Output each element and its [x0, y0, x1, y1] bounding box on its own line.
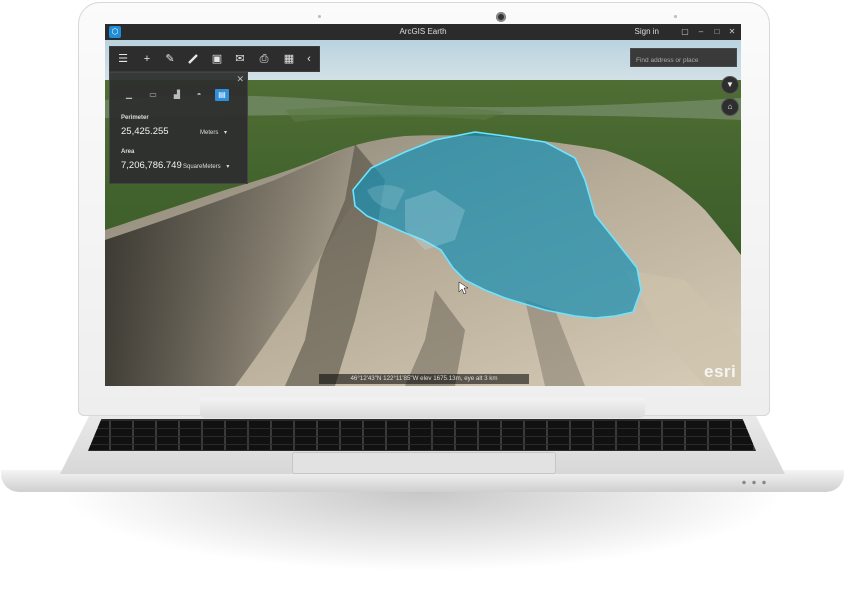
measure-distance-icon[interactable]: ▁: [122, 89, 136, 101]
measure-height-icon[interactable]: ▟: [170, 89, 184, 101]
perimeter-value: 25,425.255: [121, 126, 169, 137]
email-icon[interactable]: ✉: [231, 50, 249, 68]
laptop-hinge: [200, 398, 645, 418]
picture-icon[interactable]: ▣: [208, 50, 226, 68]
perimeter-unit-select[interactable]: Meters ▾: [200, 129, 227, 136]
main-toolbar: ☰ + ✎ ▣ ✉ ⎙ ▦ ‹: [109, 46, 320, 72]
perimeter-label: Perimeter: [121, 115, 149, 121]
area-label: Area: [121, 149, 135, 155]
close-icon[interactable]: ✕: [726, 26, 738, 38]
home-icon[interactable]: ⌂: [721, 98, 739, 116]
measure-icon[interactable]: [184, 50, 202, 68]
draw-icon[interactable]: ✎: [161, 50, 179, 68]
chevron-down-icon: ▾: [226, 164, 230, 170]
restore-icon[interactable]: ▢: [679, 26, 691, 38]
mic-dot: [318, 15, 321, 18]
coordinates-readout: 46°12'43"N 122°11'85"W elev 1675.13m, ey…: [319, 374, 529, 384]
trackpad: [292, 452, 556, 474]
measure-area-icon[interactable]: ▭: [146, 89, 160, 101]
layers-list-icon[interactable]: ☰: [114, 50, 132, 68]
area-value: 7,206,786.749: [121, 160, 182, 171]
app-screen: ⬡ ArcGIS Earth Sign in ▢ – □ ✕ ☰ + ✎ ▣ ✉…: [105, 24, 741, 386]
laptop-shadow: [60, 492, 785, 572]
measure-panel: ✕ ▁ ▭ ▟ ◓ ▤ Perimeter 25,425.255 Meters …: [109, 72, 248, 184]
chevron-down-icon: ▾: [224, 130, 228, 136]
measure-volume-icon[interactable]: ◓: [192, 89, 206, 101]
status-leds: [739, 480, 769, 485]
search-box: [630, 48, 737, 69]
print-icon[interactable]: ⎙: [255, 50, 273, 68]
compass-icon[interactable]: ▼: [721, 76, 739, 94]
collapse-icon[interactable]: ‹: [300, 50, 318, 68]
title-bar: ⬡ ArcGIS Earth Sign in ▢ – □ ✕: [105, 24, 741, 40]
measure-polygon-icon[interactable]: ▤: [215, 89, 229, 101]
area-unit: SquareMeters: [183, 164, 221, 170]
maximize-icon[interactable]: □: [711, 26, 723, 38]
search-input[interactable]: [631, 52, 736, 69]
close-panel-icon[interactable]: ✕: [236, 74, 244, 85]
minimize-icon[interactable]: –: [695, 26, 707, 38]
perimeter-unit: Meters: [200, 130, 219, 136]
area-unit-select[interactable]: SquareMeters ▾: [183, 163, 229, 170]
mic-dot: [674, 15, 677, 18]
esri-logo: esri: [704, 362, 737, 381]
add-icon[interactable]: +: [138, 50, 156, 68]
webcam: [496, 12, 506, 22]
grid-icon[interactable]: ▦: [280, 50, 298, 68]
keyboard: [88, 419, 756, 451]
sign-in-button[interactable]: Sign in: [635, 27, 659, 36]
